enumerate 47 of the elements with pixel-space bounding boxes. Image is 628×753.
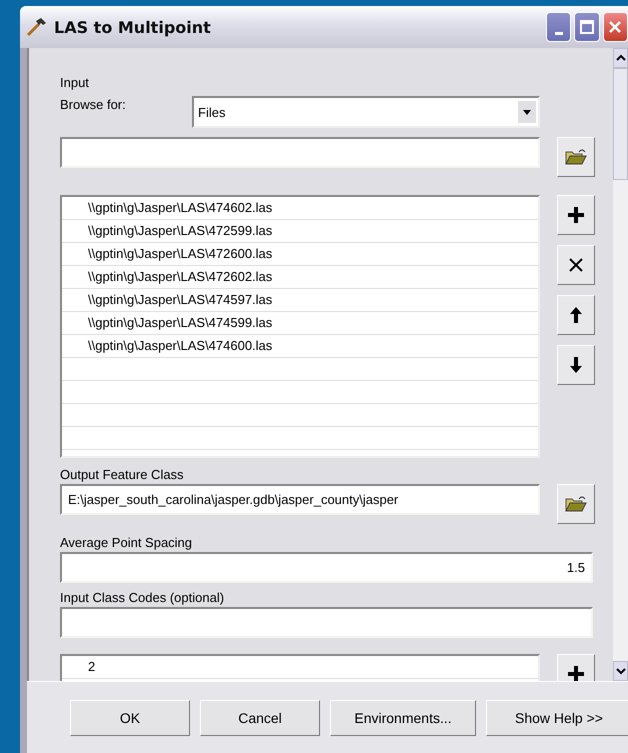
dialog-button[interactable]: Show Help >>	[486, 700, 628, 736]
dialog-button[interactable]: Environments...	[330, 700, 476, 736]
scroll-down-icon[interactable]	[616, 667, 626, 675]
class-code-field[interactable]	[60, 607, 593, 638]
file-list-item[interactable]: \\gptin\g\Jasper\LAS\474599.las	[62, 312, 538, 335]
plus-icon	[567, 665, 585, 681]
move-up-button[interactable]	[557, 295, 595, 335]
x-icon	[568, 257, 584, 273]
up-arrow-icon	[569, 306, 583, 324]
add-button[interactable]	[557, 195, 595, 235]
minimize-icon	[554, 32, 563, 34]
close-icon	[608, 20, 622, 34]
maximize-button[interactable]	[574, 12, 600, 42]
file-list-item[interactable]: \\gptin\g\Jasper\LAS\472600.las	[62, 243, 538, 266]
hammer-icon	[26, 17, 48, 37]
delete-button[interactable]	[557, 245, 595, 285]
file-list-item[interactable]: \\gptin\g\Jasper\LAS\472602.las	[62, 266, 538, 289]
file-list-item[interactable]: \\gptin\g\Jasper\LAS\474602.las	[62, 197, 538, 220]
spacing-field[interactable]: 1.5	[60, 552, 593, 583]
dialog-button[interactable]: OK	[70, 700, 190, 736]
browse-folder-button[interactable]	[557, 137, 595, 177]
maximize-icon	[580, 20, 594, 34]
section-heading: Input	[60, 74, 89, 92]
file-list-item[interactable]: \\gptin\g\Jasper\LAS\474600.las	[62, 335, 538, 358]
scroll-thumb[interactable]	[613, 68, 628, 180]
minimize-button[interactable]	[546, 12, 572, 42]
field-label: Input Class Codes (optional)	[60, 589, 224, 607]
file-list-item[interactable]: \\gptin\g\Jasper\LAS\474597.las	[62, 289, 538, 312]
field-label: Output Feature Class	[60, 466, 184, 484]
folder-icon	[565, 495, 587, 513]
field-label: Average Point Spacing	[60, 534, 192, 552]
plus-icon	[567, 206, 585, 224]
browse-dropdown[interactable]: Files	[192, 96, 540, 128]
field-label: Browse for:	[60, 96, 127, 114]
move-down-button[interactable]	[557, 345, 595, 385]
window-title: LAS to Multipoint	[54, 18, 212, 36]
file-list-item[interactable]: \\gptin\g\Jasper\LAS\472599.las	[62, 220, 538, 243]
down-arrow-icon	[569, 356, 583, 374]
output-field[interactable]: E:\jasper_south_carolina\jasper.gdb\jasper_county\jasper	[60, 484, 540, 515]
scroll-up-icon[interactable]	[616, 54, 626, 62]
folder-icon	[565, 148, 587, 166]
dialog-button[interactable]: Cancel	[200, 700, 320, 736]
class-code-item[interactable]: 2	[62, 656, 538, 679]
close-button[interactable]	[602, 12, 628, 42]
input-field[interactable]	[60, 137, 540, 168]
browse-folder-button[interactable]	[557, 484, 595, 524]
scrollbar[interactable]	[613, 48, 628, 681]
